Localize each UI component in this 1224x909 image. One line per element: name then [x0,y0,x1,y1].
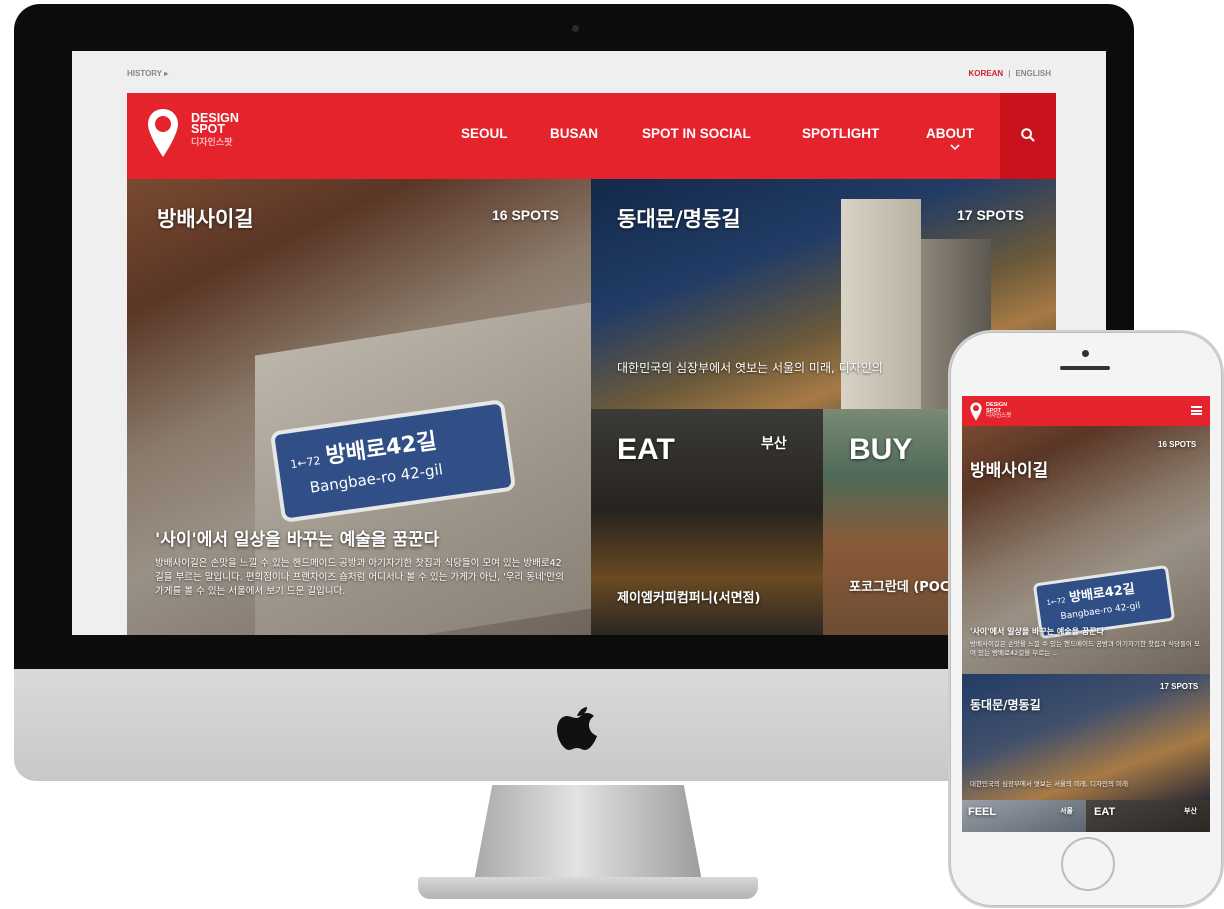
tile-title: 동대문/명동길 [970,698,1041,712]
tile-description: 대한민국의 심장부에서 엿보는 서울의 미래, 디자인의 [617,361,883,375]
spot-name: 제이엠커피컴퍼니(서면점) [617,591,761,606]
mobile-tile-dongdaemun[interactable]: 17 SPOTS 동대문/명동길 대한민국의 심장부에서 엿보는 서울의 미래,… [962,674,1210,800]
iphone-speaker [1060,366,1110,370]
tile-title: EAT [617,433,675,466]
iphone-home-button[interactable] [1061,837,1115,891]
lang-korean-link[interactable]: KOREAN [969,69,1004,78]
apple-logo-icon [557,707,597,750]
tile-description: 대한민국의 심장부에서 엿보는 서울의 미래, 디자인의 미래 [970,780,1128,788]
mobile-tile-bangbae[interactable]: 1←72 방배로42길 Bangbae-ro 42-gil 16 SPOTS 방배… [962,426,1210,674]
logo-korean: 디자인스팟 [191,137,233,147]
lang-english-link[interactable]: ENGLISH [1015,69,1051,78]
nav-item-busan[interactable]: BUSAN [550,126,598,141]
tile-title: 방배사이길 [970,461,1049,481]
language-switcher: KOREAN | ENGLISH [969,69,1051,78]
chevron-down-icon [950,144,960,151]
tile-title: BUY [849,433,913,466]
mobile-tile-feel[interactable]: FEEL 서울 [962,800,1086,832]
tile-description: 방배사이길은 손맛을 느낄 수 있는 핸드메이드 공방과 아기자기한 찻집과 식… [970,640,1200,657]
main-navbar: DESIGN SPOT 디자인스팟 SEOUL BUSAN SPOT IN SO… [127,93,1056,179]
tile-headline: '사이'에서 일상을 바꾸는 예술을 꿈꾼다 [970,627,1104,636]
logo-korean: 디자인스팟 [986,413,1012,419]
mobile-screen: DESIGN SPOT 디자인스팟 1←72 방배로42길 Bangbae-ro … [962,396,1210,832]
tile-eat[interactable]: EAT 부산 제이엠커피컴퍼니(서면점) [591,409,823,635]
building-photo [841,199,921,409]
imac-stand-base [418,877,758,899]
tile-title: 방배사이길 [157,207,254,231]
region-label: 부산 [761,435,787,451]
mobile-logo-text[interactable]: DESIGN SPOT 디자인스팟 [986,402,1012,420]
search-icon [1021,128,1035,142]
nav-item-about[interactable]: ABOUT [926,126,974,141]
site-container: DESIGN SPOT 디자인스팟 SEOUL BUSAN SPOT IN SO… [127,93,1056,635]
logo-pin-icon[interactable] [147,108,179,158]
tile-title: 동대문/명동길 [617,207,741,231]
tile-bangbae[interactable]: 1←72 방배로42길 Bangbae-ro 42-gil 방배사이길 16 SP… [127,179,591,635]
mobile-tile-eat[interactable]: EAT 부산 [1086,800,1210,832]
mobile-navbar: DESIGN SPOT 디자인스팟 [962,396,1210,426]
top-utility-bar: HISTORY ▸ KOREAN | ENGLISH [127,69,1051,83]
logo-line-spot: SPOT [191,122,226,136]
nav-item-spotlight[interactable]: SPOTLIGHT [802,126,879,141]
logo-pin-icon[interactable] [970,402,982,421]
spot-count: 16 SPOTS [1158,440,1197,449]
search-button[interactable] [1000,93,1056,179]
tile-title: EAT [1094,806,1116,818]
nav-item-spot-in-social[interactable]: SPOT IN SOCIAL [642,126,751,141]
region-label: 부산 [1184,808,1197,815]
spot-count: 17 SPOTS [957,207,1024,223]
iphone-device: DESIGN SPOT 디자인스팟 1←72 방배로42길 Bangbae-ro … [948,330,1224,908]
hamburger-menu-icon[interactable] [1191,406,1202,415]
tile-headline: '사이'에서 일상을 바꾸는 예술을 꿈꾼다 [155,530,440,550]
imac-stand [474,785,702,881]
spot-count: 17 SPOTS [1160,682,1199,691]
street-sign-number: 1←72 [289,454,322,472]
logo-text[interactable]: DESIGN SPOT 디자인스팟 [191,112,239,148]
iphone-camera [1082,350,1089,357]
region-label: 서울 [1060,808,1073,815]
lang-separator: | [1008,69,1011,78]
nav-item-seoul[interactable]: SEOUL [461,126,508,141]
tile-description: 방배사이길은 손맛을 느낄 수 있는 핸드메이드 공방과 아기자기한 찻집과 식… [155,558,564,597]
tile-title: FEEL [968,806,997,818]
street-sign-number: 1←72 [1046,596,1067,607]
spot-count: 16 SPOTS [492,207,559,223]
imac-camera [572,25,579,32]
history-link[interactable]: HISTORY ▸ [127,69,168,78]
